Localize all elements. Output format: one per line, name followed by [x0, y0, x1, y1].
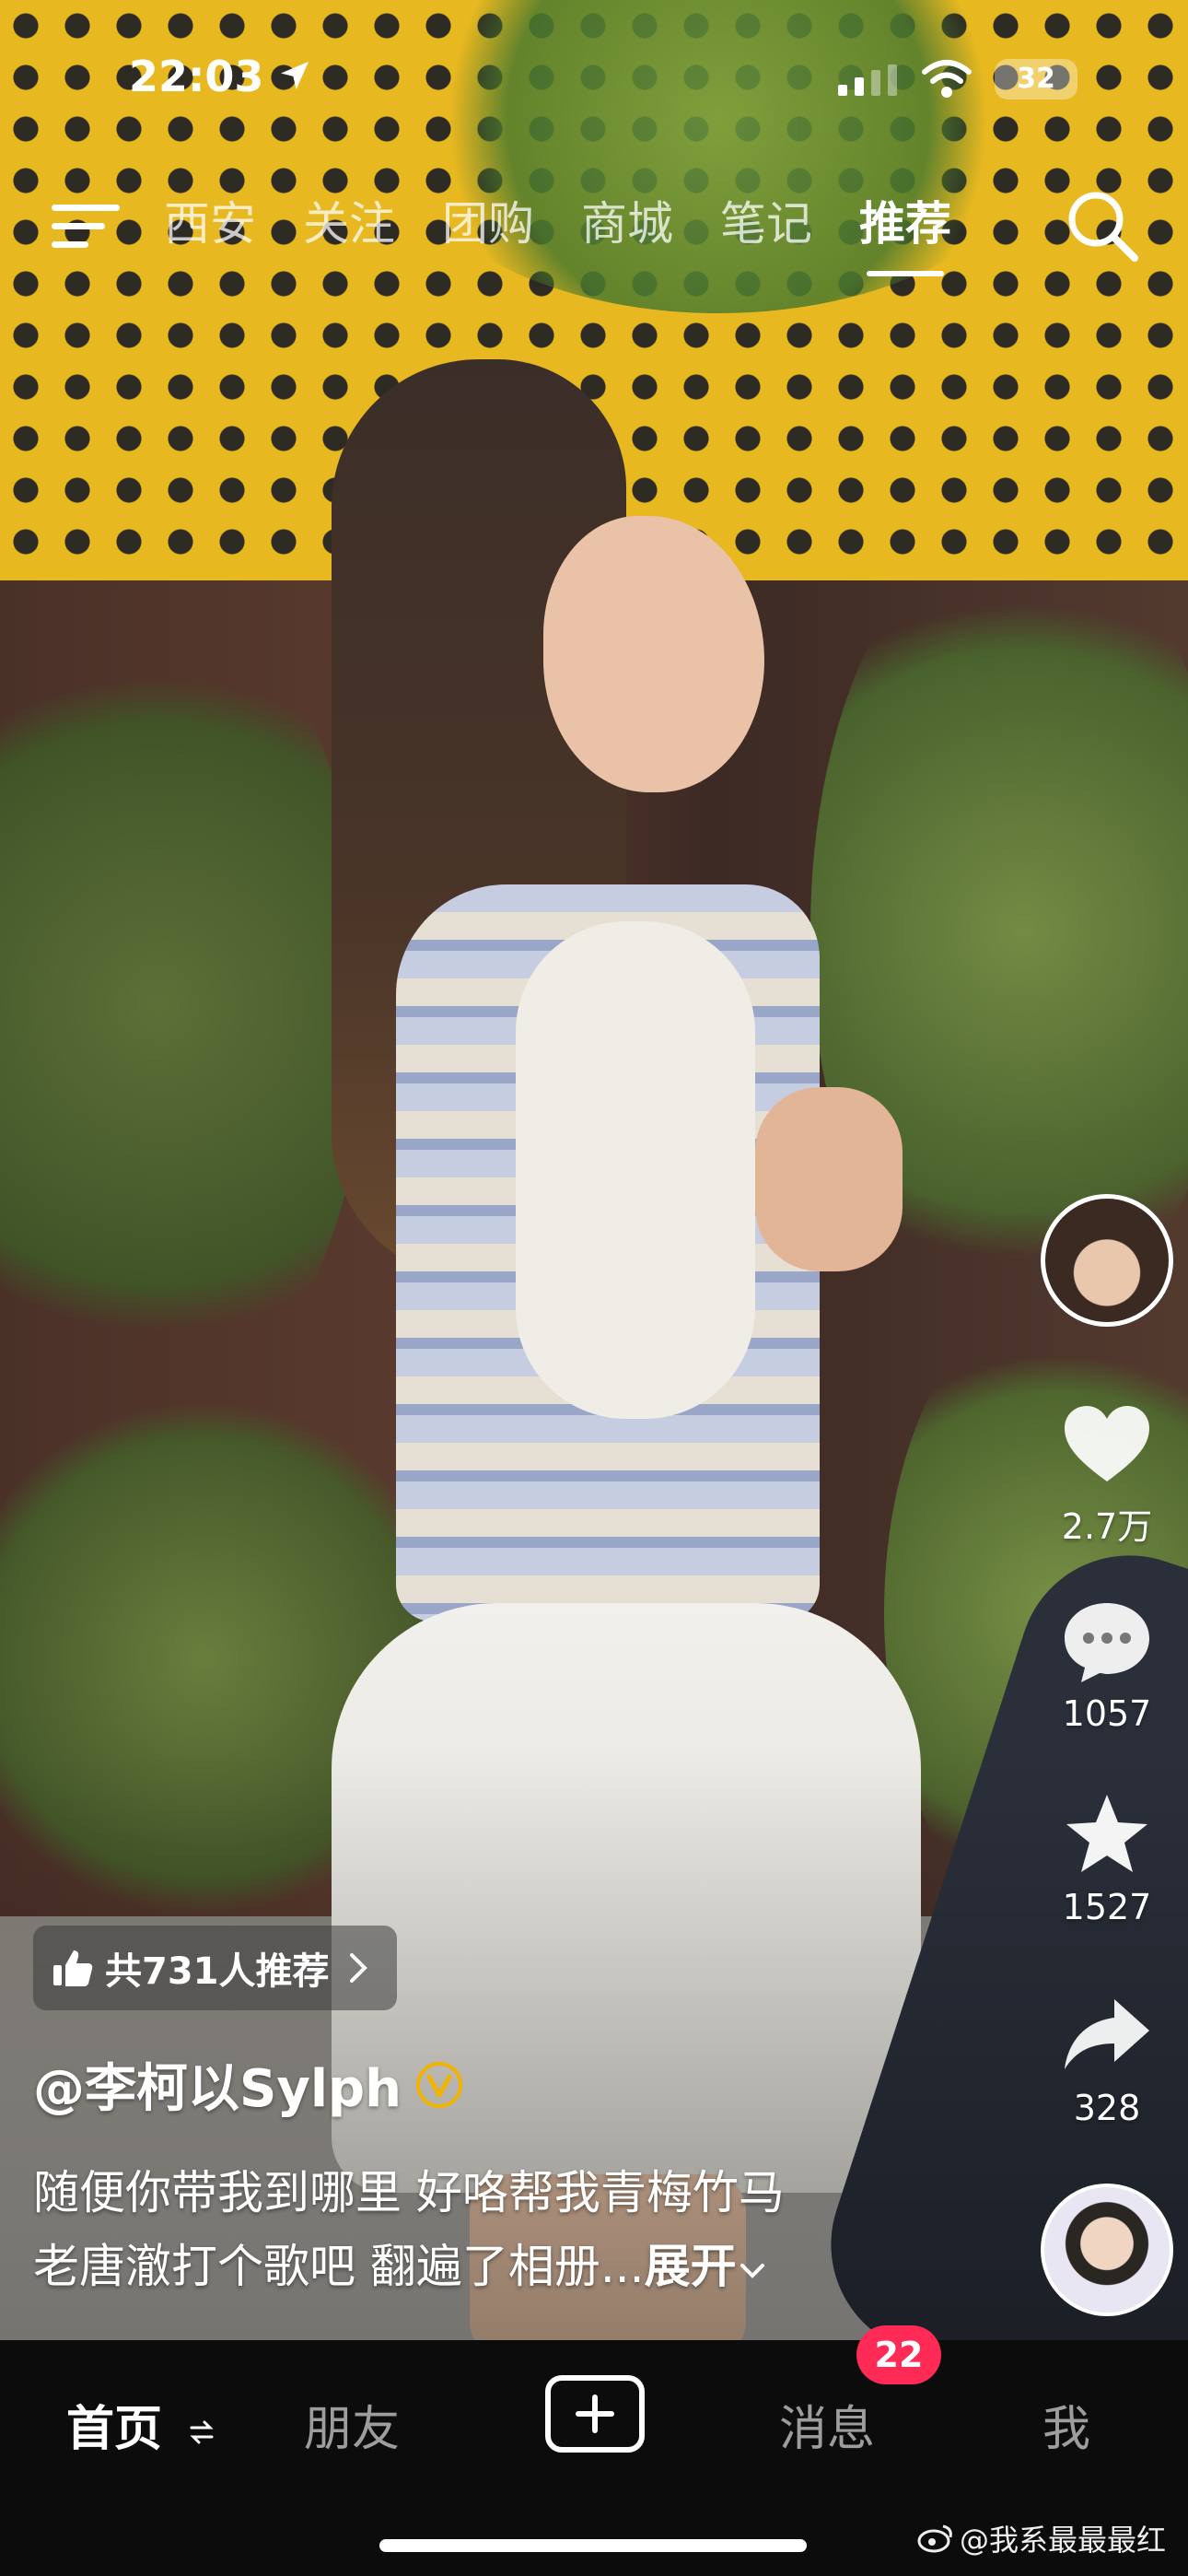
verified-badge-icon — [415, 2061, 462, 2108]
menu-icon[interactable] — [52, 199, 125, 254]
tab-group-buy[interactable]: 团购 — [442, 192, 534, 256]
star-icon — [1066, 1795, 1147, 1872]
share-arrow-icon — [1065, 1999, 1149, 2069]
weibo-logo-icon — [917, 2524, 952, 2553]
favorite-button[interactable]: 1527 — [1041, 1789, 1173, 1927]
chevron-down-icon[interactable] — [737, 2256, 768, 2284]
caption-line-1: 随便你带我到哪里 好咯帮我青梅竹马 — [33, 2166, 785, 2219]
tab-notes[interactable]: 笔记 — [720, 192, 812, 256]
tab-following[interactable]: 关注 — [303, 192, 395, 256]
tab-home[interactable]: 首页 — [66, 2390, 215, 2459]
thumbs-up-icon — [53, 1950, 93, 1986]
favorite-count: 1527 — [1062, 1887, 1152, 1927]
tab-home-label: 首页 — [66, 2402, 163, 2457]
comment-bubble-icon — [1065, 1603, 1149, 1682]
status-time: 22:03 — [129, 52, 264, 101]
wifi-icon — [922, 60, 972, 98]
like-count: 2.7万 — [1061, 1506, 1153, 1547]
video-caption: 随便你带我到哪里 好咯帮我青梅竹马 老唐澈打个歌吧 翻遍了相册...展开 — [33, 2156, 1009, 2303]
music-disc-avatar[interactable] — [1041, 2184, 1173, 2316]
share-button[interactable]: 328 — [1041, 1990, 1173, 2128]
like-button[interactable]: 2.7万 — [1041, 1400, 1173, 1549]
watermark-text: @我系最最最红 — [960, 2523, 1167, 2558]
nav-tabs: 西安 关注 团购 商城 笔记 推荐 — [164, 192, 998, 276]
create-post-button[interactable] — [545, 2375, 645, 2453]
author-row[interactable]: @李柯以Sylph — [33, 2047, 464, 2122]
message-badge: 22 — [856, 2325, 941, 2384]
top-nav: 西安 关注 团购 商城 笔记 推荐 — [0, 184, 1188, 276]
tab-me[interactable]: 我 — [1042, 2390, 1090, 2459]
person-hand — [755, 1087, 903, 1271]
location-arrow-icon — [281, 62, 309, 89]
watermark: @我系最最最红 — [917, 2517, 1166, 2559]
comment-count: 1057 — [1062, 1693, 1152, 1734]
recommend-count: 共731人推荐 — [105, 1950, 330, 1993]
caption-line-2-text: 老唐澈打个歌吧 翻遍了相册... — [33, 2240, 645, 2293]
chevron-right-icon — [349, 1953, 367, 1983]
caption-line-2: 老唐澈打个歌吧 翻遍了相册...展开 — [33, 2230, 1009, 2303]
recommend-pill[interactable]: 共731人推荐 — [33, 1926, 397, 2010]
expand-button[interactable]: 展开 — [645, 2240, 737, 2293]
home-indicator[interactable] — [379, 2539, 807, 2552]
status-bar: 22:03 32 — [0, 37, 1188, 120]
tab-recommended[interactable]: 推荐 — [859, 192, 951, 276]
comment-button[interactable]: 1057 — [1041, 1596, 1173, 1734]
tab-city[interactable]: 西安 — [164, 192, 256, 256]
switch-arrows-icon — [190, 2420, 214, 2444]
battery-indicator: 32 — [995, 59, 1077, 100]
author-name[interactable]: @李柯以Sylph — [33, 2047, 402, 2122]
heart-icon — [1065, 1406, 1149, 1481]
cellular-signal-icon — [838, 64, 897, 96]
tab-mall[interactable]: 商城 — [581, 192, 673, 256]
tab-messages[interactable]: 消息 — [779, 2390, 875, 2459]
plus-icon — [576, 2395, 614, 2433]
tab-friends[interactable]: 朋友 — [304, 2390, 400, 2459]
share-count: 328 — [1073, 2088, 1141, 2128]
person-arm — [516, 921, 755, 1419]
search-icon[interactable] — [1061, 184, 1144, 267]
creator-avatar[interactable] — [1041, 1194, 1173, 1327]
